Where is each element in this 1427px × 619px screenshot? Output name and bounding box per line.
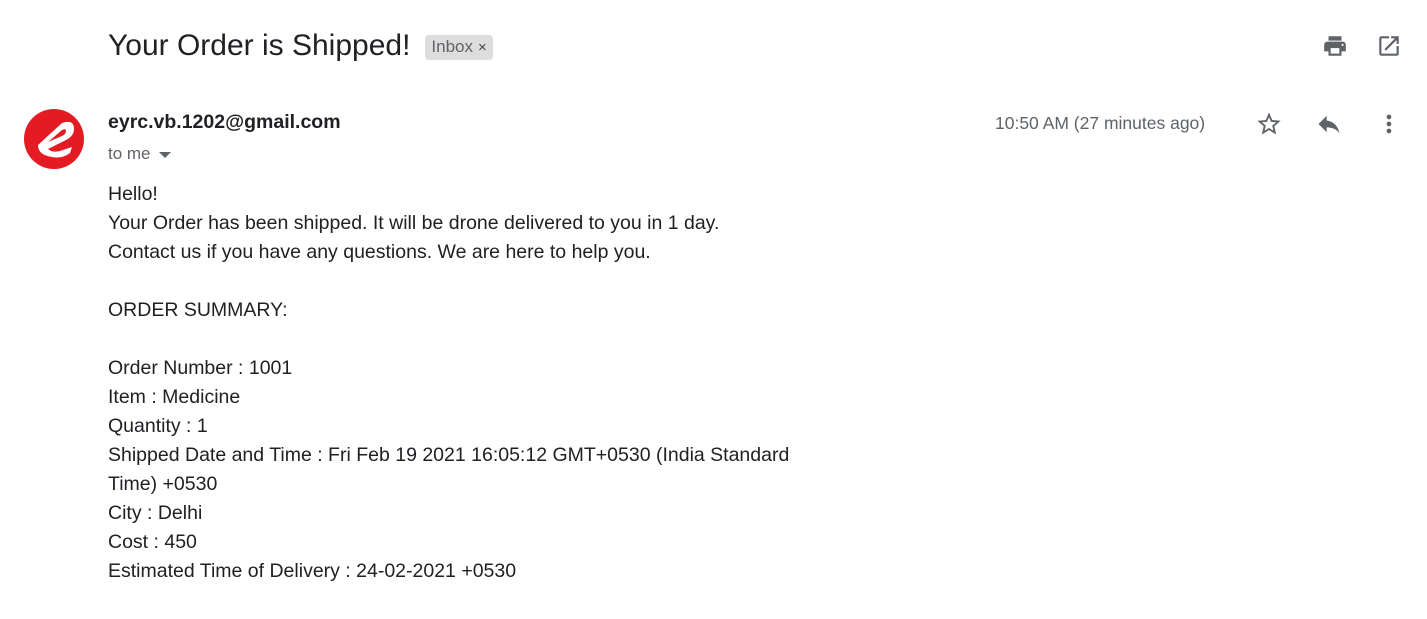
shipped-message-text: Your Order has been shipped. It will be … bbox=[108, 212, 720, 234]
chevron-down-icon[interactable] bbox=[158, 152, 171, 158]
cost-text: Cost : 450 bbox=[108, 531, 197, 553]
email-subject: Your Order is Shipped! bbox=[108, 29, 411, 62]
item-text: Item : Medicine bbox=[108, 386, 241, 408]
print-icon[interactable] bbox=[1322, 33, 1348, 59]
star-icon[interactable] bbox=[1255, 110, 1283, 138]
email-body: Hello! Your Order has been shipped. It w… bbox=[108, 180, 808, 586]
more-vertical-icon[interactable] bbox=[1375, 110, 1403, 138]
subject-row: Your Order is Shipped! Inbox × bbox=[108, 26, 493, 66]
quantity-text: Quantity : 1 bbox=[108, 415, 208, 437]
order-number-text: Order Number : 1001 bbox=[108, 357, 293, 379]
open-in-new-window-icon[interactable] bbox=[1376, 33, 1402, 59]
remove-label-icon[interactable]: × bbox=[478, 39, 487, 56]
greeting-text: Hello! bbox=[108, 183, 158, 205]
reply-icon[interactable] bbox=[1315, 110, 1343, 138]
contact-message-text: Contact us if you have any questions. We… bbox=[108, 241, 651, 263]
inbox-label-chip[interactable]: Inbox × bbox=[425, 34, 493, 60]
estimated-delivery-text: Estimated Time of Delivery : 24-02-2021 … bbox=[108, 560, 517, 582]
label-text: Inbox bbox=[431, 37, 473, 56]
city-text: City : Delhi bbox=[108, 502, 203, 524]
order-summary-heading: ORDER SUMMARY: bbox=[108, 299, 288, 321]
sender-email: eyrc.vb.1202@gmail.com bbox=[108, 111, 341, 133]
recipient-label: to me bbox=[108, 144, 151, 163]
sender-avatar bbox=[24, 109, 84, 169]
email-timestamp: 10:50 AM (27 minutes ago) bbox=[995, 113, 1206, 133]
shipped-date-text: Shipped Date and Time : Fri Feb 19 2021 … bbox=[108, 444, 790, 495]
recipient-dropdown[interactable]: to me bbox=[108, 144, 171, 164]
